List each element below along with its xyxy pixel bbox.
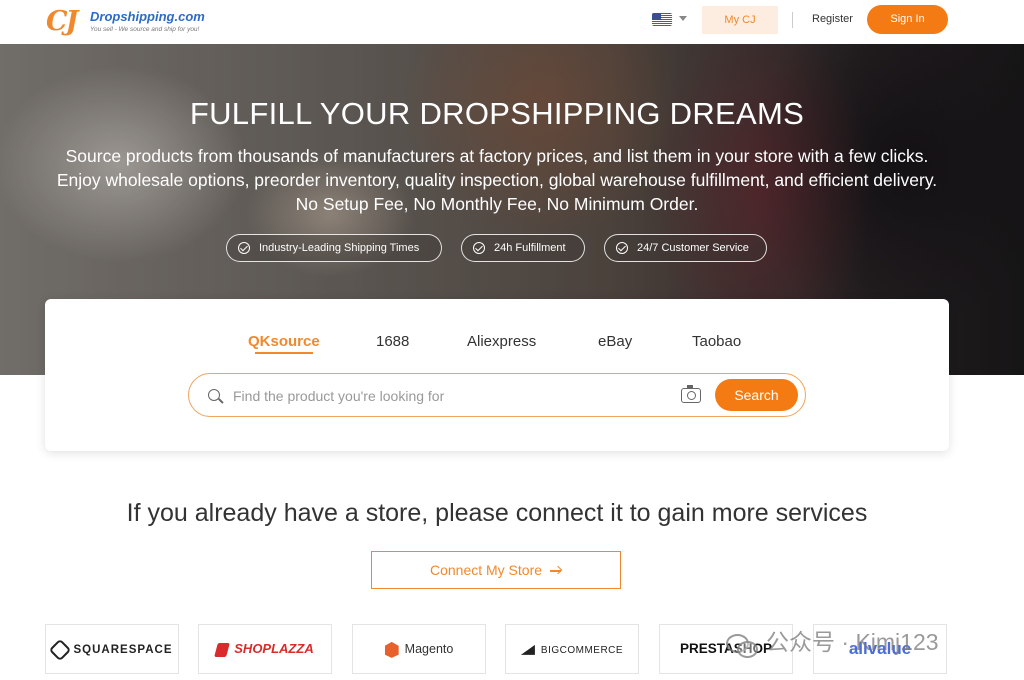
- squarespace-icon: [48, 638, 71, 662]
- header-divider: [792, 12, 793, 28]
- sign-in-button[interactable]: Sign In: [867, 5, 948, 34]
- feature-badge-fulfillment: 24h Fulfillment: [461, 234, 585, 262]
- feature-badge-label: 24h Fulfillment: [494, 242, 566, 254]
- register-link[interactable]: Register: [812, 13, 853, 25]
- check-circle-icon: [238, 242, 250, 254]
- active-tab-indicator: [255, 352, 313, 354]
- platform-magento[interactable]: Magento: [352, 624, 486, 674]
- platform-label: Magento: [404, 642, 454, 656]
- platform-shoplazza[interactable]: SHOPLAZZA: [198, 624, 332, 674]
- hero-description: Source products from thousands of manufa…: [56, 146, 938, 214]
- feature-badge-customer-service: 24/7 Customer Service: [604, 234, 767, 262]
- top-navigation-bar: CJ Dropshipping.com You sell - We source…: [0, 0, 1024, 44]
- feature-badge-label: Industry-Leading Shipping Times: [259, 242, 420, 254]
- tab-1688[interactable]: 1688: [376, 333, 409, 350]
- connect-button-label: Connect My Store: [429, 562, 543, 578]
- logo-mark: CJ: [46, 6, 78, 37]
- wechat-icon: [726, 632, 758, 658]
- check-circle-icon: [616, 242, 628, 254]
- platform-squarespace[interactable]: SQUARESPACE: [45, 624, 179, 674]
- feature-badge-label: 24/7 Customer Service: [637, 242, 749, 254]
- search-bar: Search: [188, 373, 806, 417]
- search-icon: [208, 389, 220, 401]
- us-flag-icon[interactable]: [652, 13, 672, 26]
- shoplazza-icon: [214, 642, 231, 657]
- platform-label: SHOPLAZZA: [234, 641, 314, 656]
- bigcommerce-icon: [520, 644, 535, 655]
- platform-label: BIGCOMMERCE: [540, 645, 624, 656]
- search-button[interactable]: Search: [715, 379, 798, 411]
- feature-badge-shipping: Industry-Leading Shipping Times: [226, 234, 442, 262]
- platform-label: SQUARESPACE: [73, 644, 173, 656]
- tab-ebay[interactable]: eBay: [598, 333, 632, 350]
- cj-dropshipping-logo[interactable]: CJ Dropshipping.com You sell - We source…: [46, 4, 206, 40]
- logo-name: Dropshipping.com: [90, 9, 205, 24]
- camera-icon[interactable]: [681, 385, 701, 403]
- magento-icon: [384, 641, 399, 658]
- arrow-right-icon: [550, 566, 562, 576]
- check-circle-icon: [473, 242, 485, 254]
- chevron-down-icon[interactable]: [679, 16, 687, 21]
- search-input[interactable]: [233, 384, 653, 408]
- connect-my-store-button[interactable]: Connect My Store: [371, 551, 621, 589]
- watermark-text: 公众号 · Kimj123: [766, 629, 939, 655]
- connect-store-heading: If you already have a store, please conn…: [126, 499, 868, 527]
- tab-taobao[interactable]: Taobao: [692, 333, 741, 350]
- tab-aliexpress[interactable]: Aliexpress: [467, 333, 536, 350]
- wechat-watermark: 公众号 · Kimj123: [726, 623, 939, 658]
- my-cj-button[interactable]: My CJ: [702, 6, 778, 34]
- tab-qksource[interactable]: QKsource: [248, 333, 320, 350]
- hero-title: FULFILL YOUR DROPSHIPPING DREAMS: [189, 96, 805, 131]
- logo-tagline: You sell - We source and ship for you!: [90, 26, 200, 33]
- product-search-card: QKsource 1688 Aliexpress eBay Taobao Sea…: [45, 299, 949, 451]
- platform-bigcommerce[interactable]: BIGCOMMERCE: [505, 624, 639, 674]
